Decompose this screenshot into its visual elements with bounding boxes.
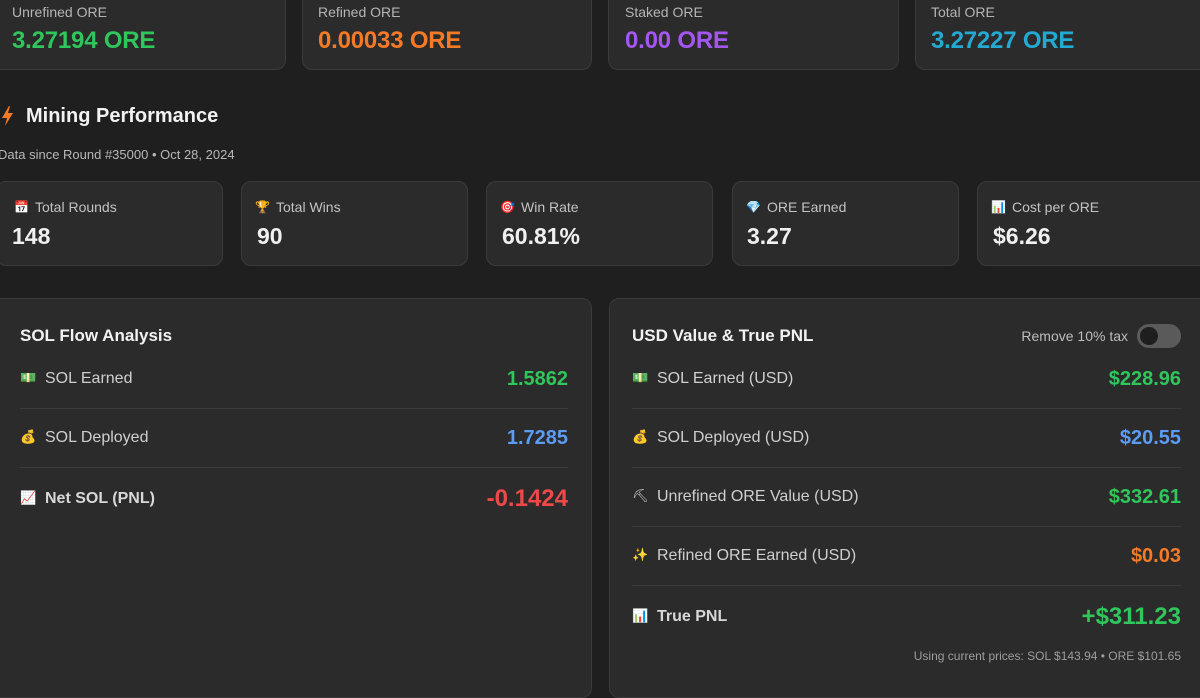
row-value: $20.55 bbox=[1119, 426, 1181, 449]
stat-label: Total Wins bbox=[276, 199, 341, 215]
row-label: Refined ORE Earned (USD) bbox=[657, 547, 857, 564]
balance-value: 3.27227 ORE bbox=[931, 27, 1075, 54]
price-footnote: Using current prices: SOL $143.94 • ORE … bbox=[913, 649, 1181, 663]
row-label: SOL Deployed bbox=[45, 429, 149, 446]
balance-value: 3.27194 ORE bbox=[12, 27, 156, 54]
gem-icon: 💎 bbox=[746, 200, 761, 214]
chart-up-icon: 📈 bbox=[20, 490, 37, 506]
section-subtitle: Data since Round #35000 • Oct 28, 2024 bbox=[0, 147, 235, 162]
true-pnl-row: 📊 True PNL +$311.23 bbox=[632, 587, 1181, 646]
balance-value: 0.00 ORE bbox=[625, 27, 729, 54]
row-value: 1.7285 bbox=[506, 426, 568, 449]
balance-label: Unrefined ORE bbox=[12, 4, 107, 20]
money-bag-icon: 💰 bbox=[20, 430, 37, 445]
row-value: 1.5862 bbox=[506, 367, 568, 390]
balance-card-staked: Staked ORE 0.00 ORE bbox=[608, 0, 899, 70]
row-label: SOL Earned bbox=[45, 370, 133, 387]
money-icon: 💵 bbox=[20, 371, 37, 386]
remove-tax-toggle[interactable] bbox=[1137, 324, 1181, 348]
row-value: $228.96 bbox=[1108, 367, 1181, 390]
row-label: SOL Deployed (USD) bbox=[657, 429, 810, 446]
pickaxe-icon: ⛏ bbox=[632, 489, 649, 504]
sol-flow-panel: SOL Flow Analysis 💵 SOL Earned 1.5862 💰 … bbox=[0, 298, 592, 698]
stat-card-total-rounds: 📅 Total Rounds 148 bbox=[0, 181, 223, 266]
section-title: Mining Performance bbox=[26, 104, 219, 127]
sparkles-icon: ✨ bbox=[632, 548, 649, 563]
bar-chart-icon: 📊 bbox=[632, 608, 649, 624]
balance-label: Staked ORE bbox=[625, 4, 703, 20]
balance-card-total: Total ORE 3.27227 ORE bbox=[915, 0, 1200, 70]
row-label: Unrefined ORE Value (USD) bbox=[657, 488, 859, 505]
bar-chart-icon: 📊 bbox=[991, 200, 1006, 214]
row-value: +$311.23 bbox=[1081, 602, 1181, 630]
stat-value: 60.81% bbox=[502, 223, 581, 249]
lightning-bolt-icon bbox=[2, 106, 13, 126]
balance-card-refined: Refined ORE 0.00033 ORE bbox=[302, 0, 592, 70]
sol-earned-row: 💵 SOL Earned 1.5862 bbox=[20, 350, 568, 409]
row-label: SOL Earned (USD) bbox=[657, 370, 794, 387]
row-label: Net SOL (PNL) bbox=[45, 489, 155, 507]
balance-label: Refined ORE bbox=[318, 4, 401, 20]
money-icon: 💵 bbox=[632, 371, 649, 386]
sol-earned-usd-row: 💵 SOL Earned (USD) $228.96 bbox=[632, 350, 1181, 409]
net-sol-row: 📈 Net SOL (PNL) -0.1424 bbox=[20, 469, 568, 528]
stat-value: 148 bbox=[12, 223, 51, 249]
stat-card-ore-earned: 💎 ORE Earned 3.27 bbox=[732, 181, 959, 266]
target-icon: 🎯 bbox=[500, 200, 515, 214]
balance-label: Total ORE bbox=[931, 4, 995, 20]
stat-value: $6.26 bbox=[993, 223, 1051, 249]
stat-label: Total Rounds bbox=[35, 199, 117, 215]
unrefined-ore-usd-row: ⛏ Unrefined ORE Value (USD) $332.61 bbox=[632, 468, 1181, 527]
toggle-knob bbox=[1140, 327, 1158, 345]
panel-title: SOL Flow Analysis bbox=[20, 326, 173, 345]
money-bag-icon: 💰 bbox=[632, 430, 649, 445]
sol-deployed-row: 💰 SOL Deployed 1.7285 bbox=[20, 409, 568, 468]
calendar-icon: 📅 bbox=[14, 200, 29, 214]
toggle-label: Remove 10% tax bbox=[1021, 328, 1128, 344]
stat-label: Cost per ORE bbox=[1012, 199, 1100, 215]
panel-title: USD Value & True PNL bbox=[632, 326, 814, 345]
sol-deployed-usd-row: 💰 SOL Deployed (USD) $20.55 bbox=[632, 409, 1181, 468]
stat-card-win-rate: 🎯 Win Rate 60.81% bbox=[486, 181, 713, 266]
row-value: -0.1424 bbox=[486, 484, 568, 512]
stat-card-cost-per-ore: 📊 Cost per ORE $6.26 bbox=[977, 181, 1200, 266]
row-value: $0.03 bbox=[1130, 544, 1181, 567]
stat-label: ORE Earned bbox=[767, 199, 847, 215]
stat-value: 90 bbox=[257, 223, 283, 249]
stat-value: 3.27 bbox=[747, 223, 792, 249]
stat-label: Win Rate bbox=[521, 199, 579, 215]
section-header: Mining Performance bbox=[0, 103, 218, 129]
balance-value: 0.00033 ORE bbox=[318, 27, 462, 54]
trophy-icon: 🏆 bbox=[255, 200, 270, 214]
row-value: $332.61 bbox=[1108, 485, 1181, 508]
balance-card-unrefined: Unrefined ORE 3.27194 ORE bbox=[0, 0, 286, 70]
row-label: True PNL bbox=[657, 607, 728, 625]
refined-ore-usd-row: ✨ Refined ORE Earned (USD) $0.03 bbox=[632, 527, 1181, 586]
tax-toggle-group: Remove 10% tax bbox=[1021, 324, 1181, 348]
usd-pnl-panel: USD Value & True PNL Remove 10% tax 💵 SO… bbox=[609, 298, 1200, 698]
stat-card-total-wins: 🏆 Total Wins 90 bbox=[241, 181, 468, 266]
